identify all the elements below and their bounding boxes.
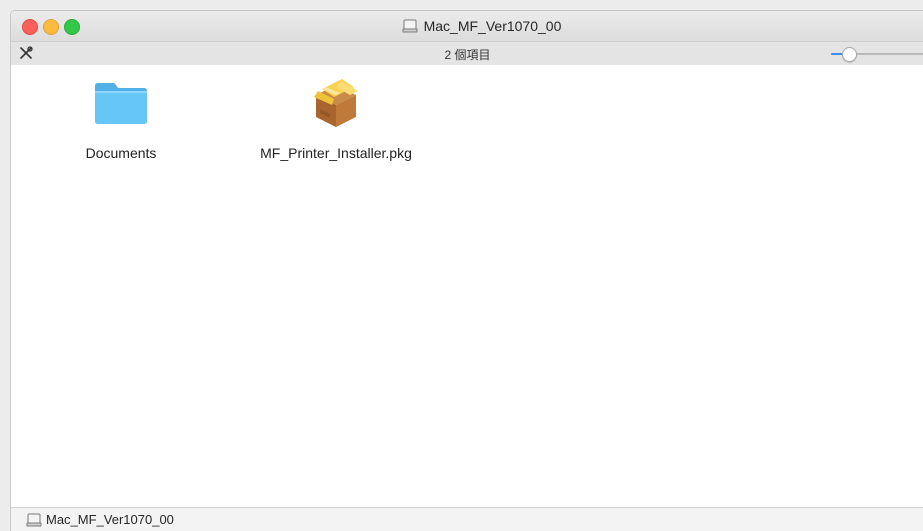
window-title-group: Mac_MF_Ver1070_00 (11, 11, 923, 41)
folder-icon (91, 75, 151, 131)
item-count: 2 個項目 (444, 48, 491, 62)
file-name: Documents (85, 145, 157, 161)
finder-window: Mac_MF_Ver1070_00 2 個項目 Documents MF_Pri… (10, 10, 923, 531)
window-title: Mac_MF_Ver1070_00 (423, 18, 562, 34)
path-item-disk[interactable]: Mac_MF_Ver1070_00 (46, 512, 174, 527)
disk-icon (26, 513, 42, 527)
title-bar[interactable]: Mac_MF_Ver1070_00 (11, 11, 923, 41)
status-bar: 2 個項目 (11, 41, 923, 66)
disk-icon (402, 19, 418, 33)
file-name: MF_Printer_Installer.pkg (260, 145, 412, 161)
file-item-documents[interactable]: Documents (61, 75, 181, 161)
file-item-installer-pkg[interactable]: MF_Printer_Installer.pkg (246, 75, 426, 161)
path-bar: Mac_MF_Ver1070_00 (11, 507, 923, 531)
package-icon (306, 75, 366, 131)
icon-size-slider-thumb[interactable] (842, 47, 857, 62)
file-browser-area[interactable]: Documents MF_Printer_Installer.pkg (11, 65, 923, 507)
